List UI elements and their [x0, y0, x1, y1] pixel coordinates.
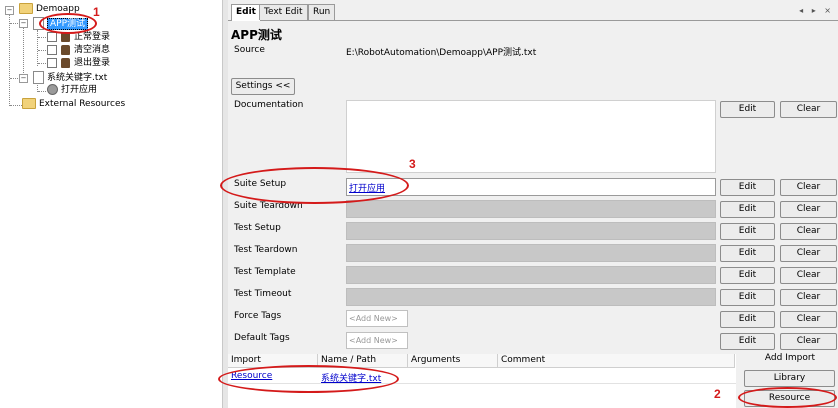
force-tags-add-new[interactable]: <Add New>: [346, 310, 408, 327]
annotation-ellipse-import-row: [218, 365, 399, 393]
test-template-label: Test Template: [234, 267, 296, 277]
file-icon: [33, 71, 44, 84]
clear-button[interactable]: Clear: [780, 223, 837, 240]
folder-icon: [19, 3, 33, 14]
clear-button[interactable]: Clear: [780, 245, 837, 262]
gear-icon: [47, 84, 58, 95]
column-header-comment[interactable]: Comment: [498, 354, 735, 368]
test-timeout-field[interactable]: [346, 288, 716, 306]
documentation-field[interactable]: [346, 100, 716, 173]
robot-icon: [61, 44, 70, 55]
collapse-resource-icon[interactable]: −: [19, 74, 28, 83]
collapse-suite-icon[interactable]: −: [19, 19, 28, 28]
tab-run[interactable]: Run: [308, 4, 336, 20]
test-checkbox[interactable]: [47, 57, 57, 68]
edit-button[interactable]: Edit: [720, 289, 775, 306]
project-tree: − Demoapp − APP测试 正常登录 清空消息 退出登录 − 系统关键字…: [0, 0, 222, 408]
tree-node-test-2[interactable]: 清空消息: [47, 44, 110, 57]
annotation-number-3: 3: [409, 157, 416, 171]
test-setup-field[interactable]: [346, 222, 716, 240]
clear-button[interactable]: Clear: [780, 333, 837, 350]
source-label: Source: [234, 45, 265, 55]
test-checkbox[interactable]: [47, 44, 57, 55]
add-import-label: Add Import: [764, 353, 816, 363]
page-title: APP测试: [231, 28, 282, 42]
edit-button[interactable]: Edit: [720, 333, 775, 350]
settings-toggle-button[interactable]: Settings <<: [231, 78, 295, 95]
tab-nav-arrows[interactable]: ◂ ▸ ×: [799, 6, 834, 15]
annotation-number-1: 1: [93, 5, 100, 19]
tree-node-test-3[interactable]: 退出登录: [47, 57, 110, 70]
annotation-ellipse-3: [220, 167, 409, 204]
test-timeout-label: Test Timeout: [234, 289, 292, 299]
source-path: E:\RobotAutomation\Demoapp\APP测试.txt: [346, 48, 537, 58]
edit-button[interactable]: Edit: [720, 245, 775, 262]
column-header-arguments[interactable]: Arguments: [408, 354, 498, 368]
tree-node-resource-file[interactable]: 系统关键字.txt: [33, 71, 107, 84]
documentation-label: Documentation: [234, 100, 304, 110]
clear-button[interactable]: Clear: [780, 201, 837, 218]
test-teardown-label: Test Teardown: [234, 245, 298, 255]
tab-text-edit[interactable]: Text Edit: [259, 4, 308, 20]
robot-icon: [61, 57, 70, 68]
edit-button[interactable]: Edit: [720, 223, 775, 240]
default-tags-label: Default Tags: [234, 333, 290, 343]
annotation-ellipse-2: [738, 387, 837, 408]
edit-button[interactable]: Edit: [720, 201, 775, 218]
clear-button[interactable]: Clear: [780, 267, 837, 284]
test-template-field[interactable]: [346, 266, 716, 284]
annotation-number-2: 2: [714, 387, 721, 401]
clear-button[interactable]: Clear: [780, 179, 837, 196]
tree-node-keyword[interactable]: 打开应用: [47, 84, 97, 97]
edit-button[interactable]: Edit: [720, 179, 775, 196]
force-tags-label: Force Tags: [234, 311, 282, 321]
annotation-ellipse-1: [39, 13, 97, 34]
library-button[interactable]: Library: [744, 370, 835, 387]
test-setup-label: Test Setup: [234, 223, 281, 233]
edit-panel: APP测试 Source E:\RobotAutomation\Demoapp\…: [218, 21, 838, 408]
default-tags-add-new[interactable]: <Add New>: [346, 332, 408, 349]
edit-button[interactable]: Edit: [720, 267, 775, 284]
edit-button[interactable]: Edit: [720, 101, 775, 118]
folder-icon: [22, 98, 36, 109]
collapse-root-icon[interactable]: −: [5, 6, 14, 15]
test-teardown-field[interactable]: [346, 244, 716, 262]
clear-button[interactable]: Clear: [780, 311, 837, 328]
tab-edit[interactable]: Edit: [231, 4, 261, 21]
tree-node-external-resources[interactable]: External Resources: [22, 98, 125, 111]
edit-button[interactable]: Edit: [720, 311, 775, 328]
clear-button[interactable]: Clear: [780, 289, 837, 306]
clear-button[interactable]: Clear: [780, 101, 837, 118]
editor-tabs: Edit Text Edit Run ◂ ▸ ×: [228, 4, 838, 21]
suite-teardown-field[interactable]: [346, 200, 716, 218]
